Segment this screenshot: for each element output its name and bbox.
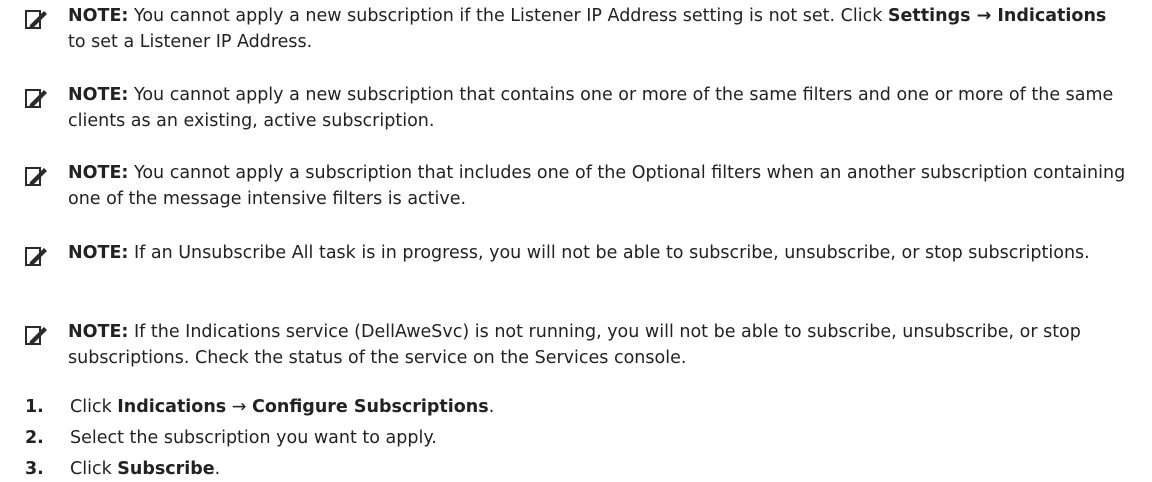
ui-term: Indications [117, 397, 227, 417]
step-number: 2. [25, 428, 44, 448]
pencil-note-icon [25, 326, 47, 345]
note-text: NOTE: You cannot apply a new subscriptio… [68, 6, 1107, 52]
note-text: NOTE: You cannot apply a subscription th… [68, 163, 1126, 209]
step-text: Click Indications → Configure Subscripti… [70, 397, 495, 417]
note-label: NOTE: [68, 322, 129, 342]
step-number: 3. [25, 459, 44, 479]
ui-term: Configure Subscriptions [252, 397, 489, 417]
menu-path: Settings → Indications [887, 6, 1107, 26]
pencil-note-icon [25, 89, 47, 108]
pencil-note-icon [25, 10, 47, 29]
pencil-note-icon [25, 167, 47, 186]
step-number: 1. [25, 397, 44, 417]
note-text: NOTE: You cannot apply a new subscriptio… [68, 85, 1114, 131]
step-text: Select the subscription you want to appl… [70, 428, 437, 448]
note-label: NOTE: [68, 6, 129, 26]
note-text: NOTE: If an Unsubscribe All task is in p… [68, 243, 1090, 263]
step-text: Click Subscribe. [70, 459, 221, 479]
pencil-note-icon [25, 247, 47, 266]
ui-term: Subscribe [117, 459, 215, 479]
note-label: NOTE: [68, 163, 129, 183]
note-label: NOTE: [68, 85, 129, 105]
note-label: NOTE: [68, 243, 129, 263]
note-text: NOTE: If the Indications service (DellAw… [68, 322, 1081, 368]
